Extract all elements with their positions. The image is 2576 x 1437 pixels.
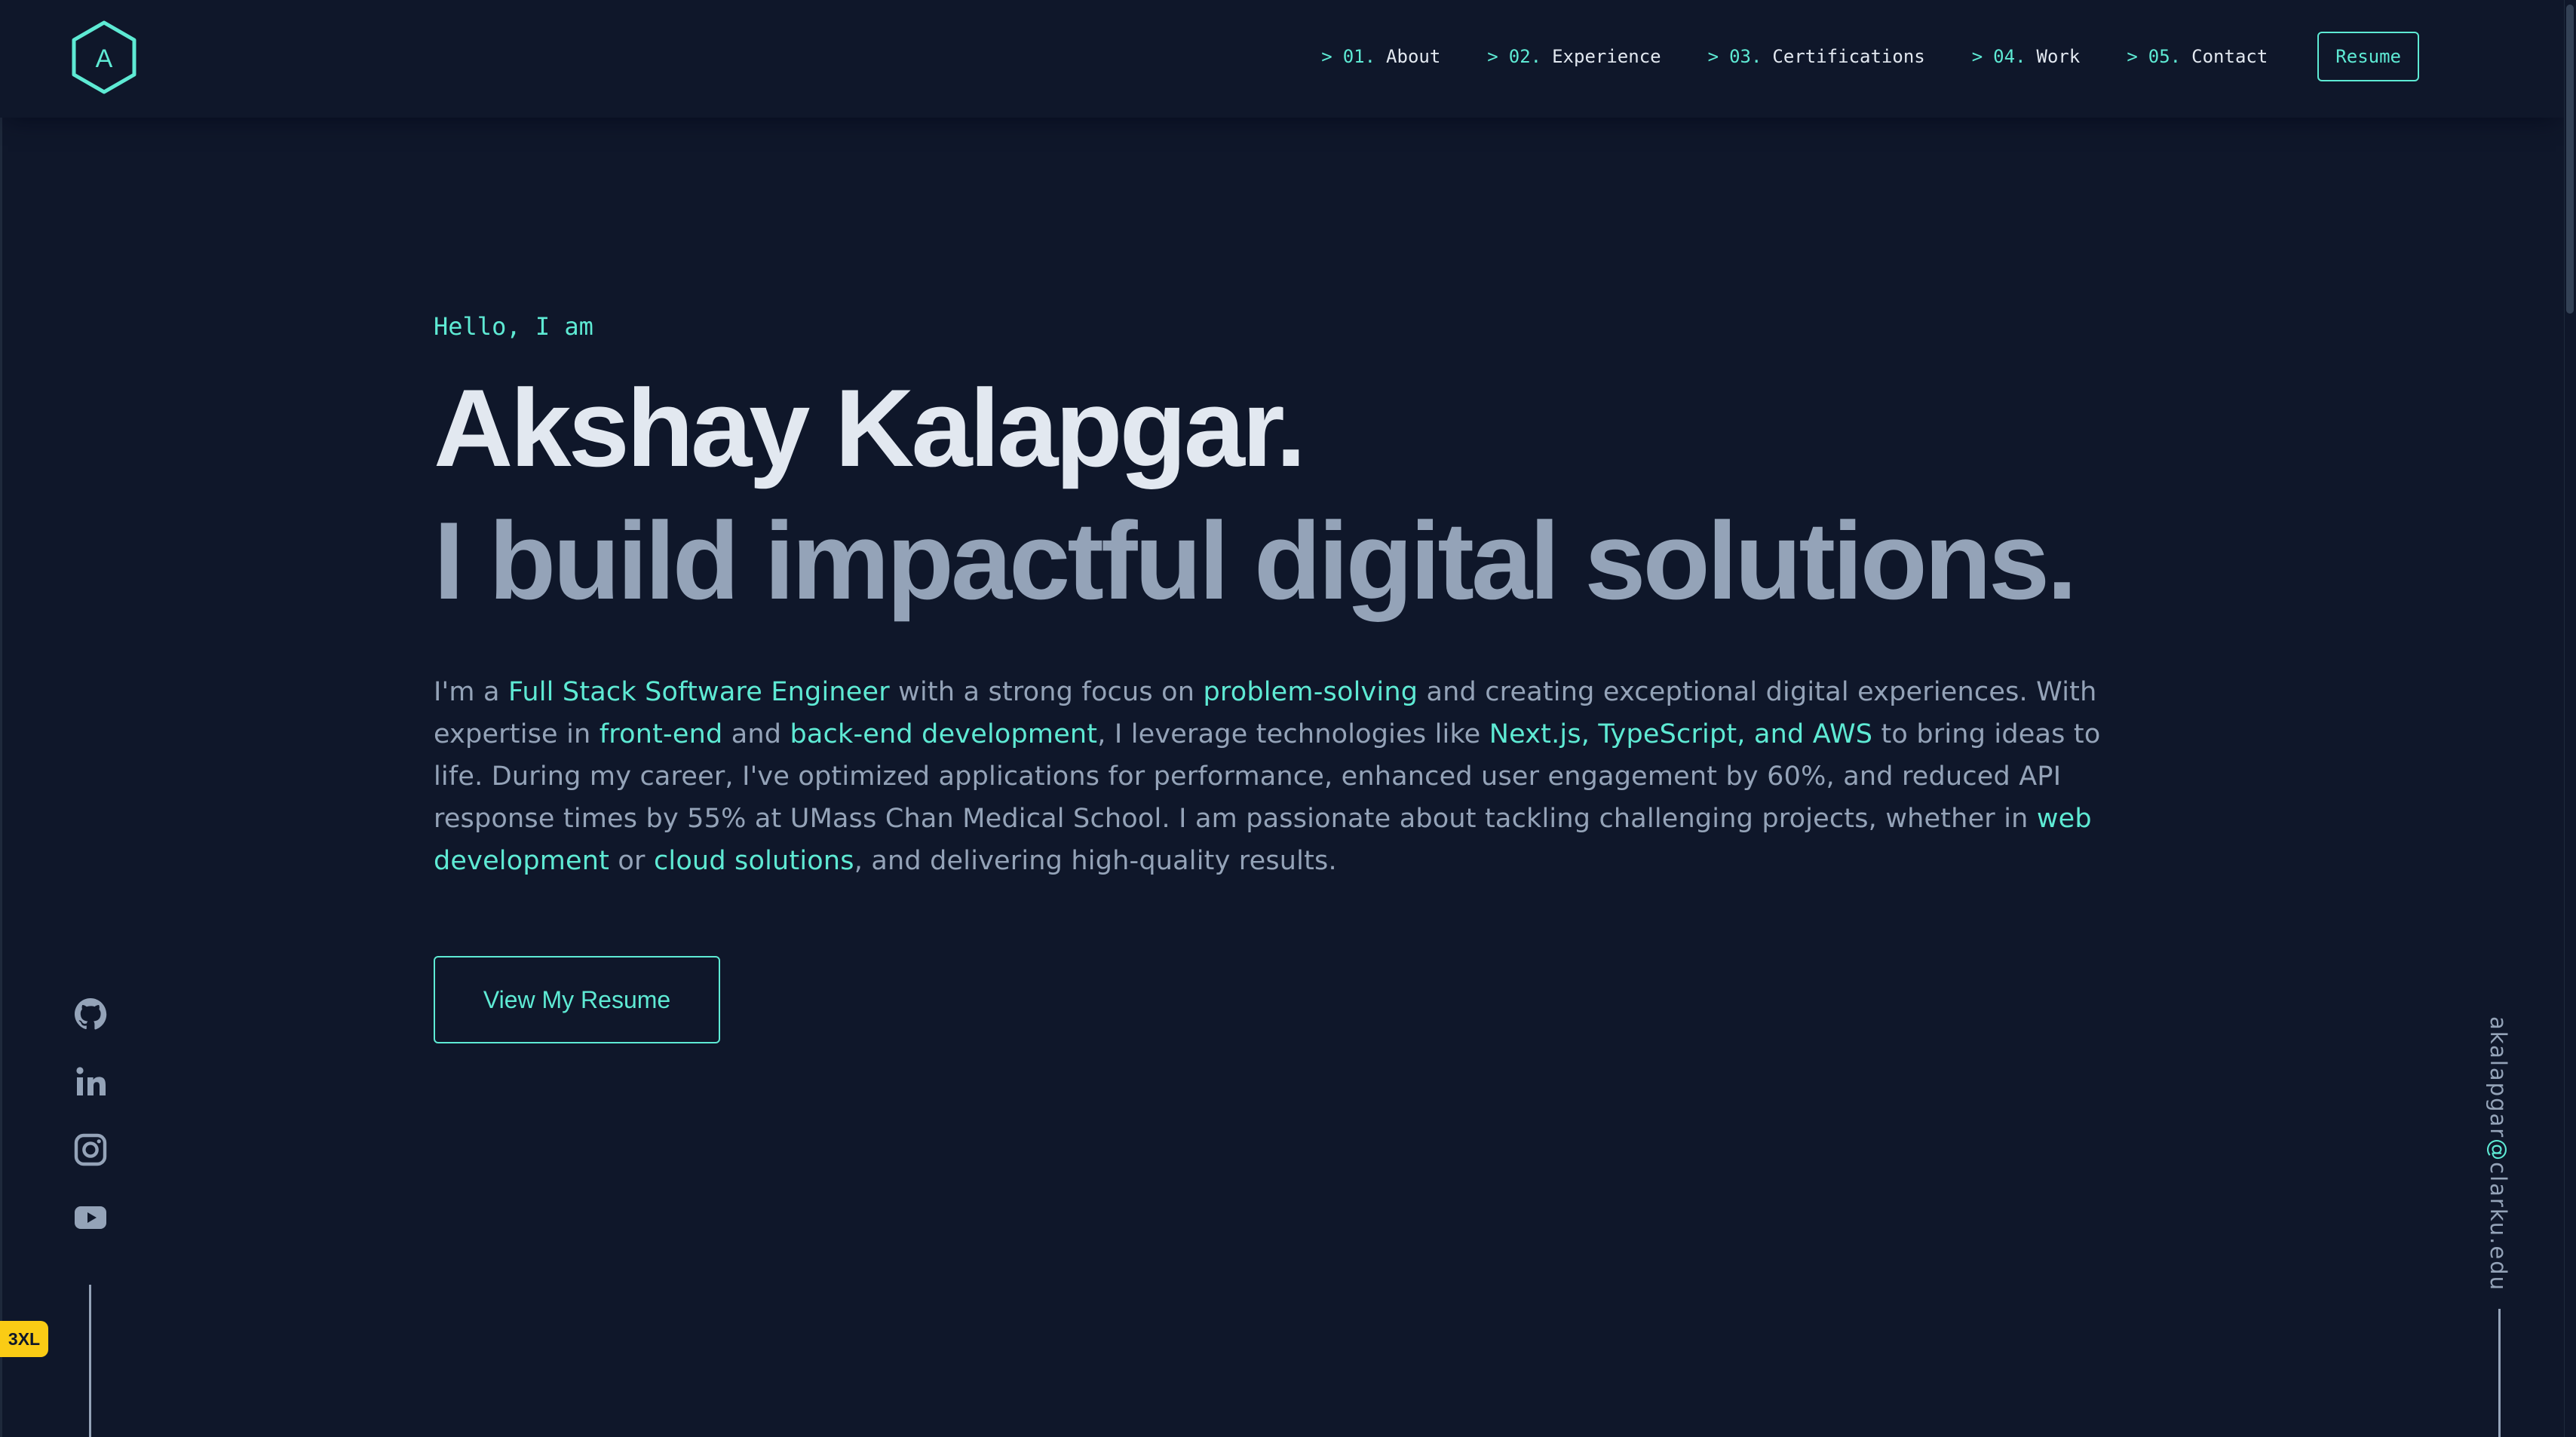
linkedin-icon (76, 1067, 106, 1095)
linkedin-link[interactable] (71, 1063, 110, 1101)
hero-bio: I'm a Full Stack Software Engineer with … (434, 671, 2145, 882)
bio-highlight: front-end (599, 719, 723, 749)
nav-prefix: > (1321, 46, 1332, 67)
email-user: akalapgar (2486, 1016, 2511, 1139)
github-link[interactable] (71, 995, 110, 1033)
bio-highlight: problem-solving (1203, 677, 1418, 707)
nav-number: 03. (1729, 46, 1762, 67)
hero-name: Akshay Kalapgar. (434, 366, 1306, 489)
hexagon-logo-icon[interactable]: A (69, 20, 139, 95)
hero-greeting: Hello, I am (434, 312, 593, 341)
nav-prefix: > (1707, 46, 1719, 67)
instagram-icon (74, 1133, 107, 1166)
bio-text: , and delivering high-quality results. (854, 846, 1337, 876)
email-at: @ (2486, 1138, 2511, 1163)
hero-tagline: I build impactful digital solutions. (434, 499, 2078, 622)
bio-text: I'm a (434, 677, 508, 707)
nav-item-work[interactable]: > 04. Work (1972, 46, 2081, 67)
nav-prefix: > (1971, 46, 1983, 67)
nav-number: 01. (1342, 46, 1376, 67)
scrollbar-thumb[interactable] (2566, 5, 2574, 314)
social-divider-line (89, 1285, 91, 1437)
scrollbar[interactable] (2564, 0, 2576, 1437)
portfolio-page: A > 01. About > 02. Experience > 03. Cer… (0, 0, 2576, 1437)
nav-item-about[interactable]: > 01. About (1321, 46, 1440, 67)
nav-number: 05. (2148, 46, 2182, 67)
nav-item-certifications[interactable]: > 03. Certifications (1708, 46, 1925, 67)
main-nav: > 01. About > 02. Experience > 03. Certi… (1321, 32, 2419, 81)
nav-number: 02. (1508, 46, 1542, 67)
email-divider-line (2498, 1309, 2501, 1437)
bio-text: and (722, 719, 790, 749)
bio-text: with a strong focus on (889, 677, 1204, 707)
nav-label: Contact (2191, 46, 2268, 67)
nav-label: Experience (1552, 46, 1661, 67)
instagram-link[interactable] (71, 1131, 110, 1169)
view-resume-button[interactable]: View My Resume (434, 956, 720, 1043)
bio-highlight: cloud solutions (653, 846, 854, 876)
bio-highlight: Full Stack Software Engineer (508, 677, 890, 707)
site-header: A > 01. About > 02. Experience > 03. Cer… (0, 0, 2564, 118)
bio-highlight: back-end development (790, 719, 1098, 749)
logo-letter: A (96, 44, 113, 73)
nav-item-contact[interactable]: > 05. Contact (2127, 46, 2268, 67)
social-sidebar (69, 995, 112, 1236)
nav-item-experience[interactable]: > 02. Experience (1487, 46, 1661, 67)
nav-label: About (1386, 46, 1441, 67)
breakpoint-badge: 3XL (0, 1321, 48, 1357)
youtube-icon (75, 1206, 106, 1229)
email-domain: clarku.edu (2486, 1162, 2511, 1291)
nav-number: 04. (1993, 46, 2026, 67)
nav-prefix: > (1487, 46, 1498, 67)
nav-prefix: > (2127, 46, 2138, 67)
resume-button[interactable]: Resume (2317, 32, 2419, 81)
bio-text: or (609, 846, 654, 876)
nav-label: Work (2036, 46, 2081, 67)
youtube-link[interactable] (71, 1199, 110, 1236)
nav-label: Certifications (1772, 46, 1925, 67)
window-edge (0, 0, 2, 1437)
bio-highlight: Next.js, TypeScript, and AWS (1489, 719, 1873, 749)
github-icon (75, 998, 107, 1030)
bio-text: , I leverage technologies like (1097, 719, 1489, 749)
email-link[interactable]: akalapgar@clarku.edu (2486, 1016, 2511, 1291)
